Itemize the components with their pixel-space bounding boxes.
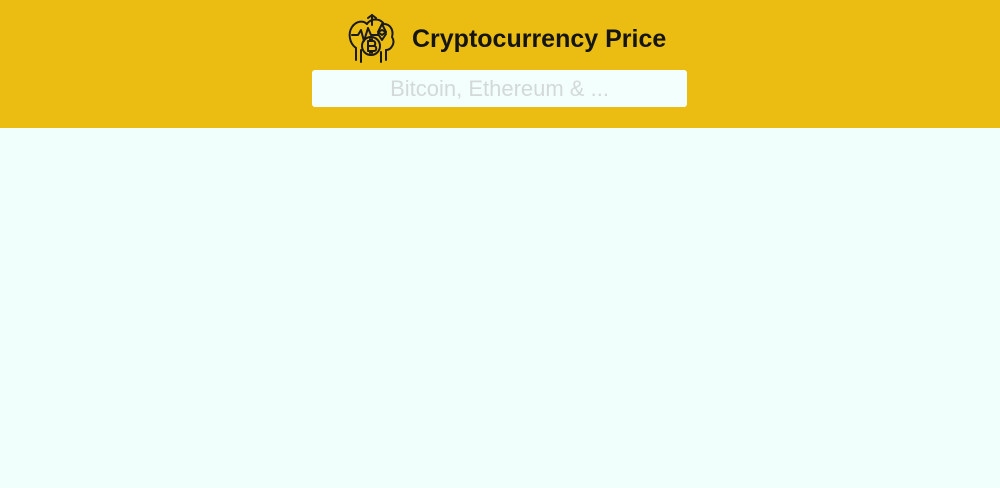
brand: Cryptocurrency Price	[344, 12, 666, 66]
results-area	[0, 128, 1000, 488]
crypto-search-input[interactable]	[312, 70, 687, 107]
app-title: Cryptocurrency Price	[412, 24, 667, 53]
bitcoin-ethereum-brain-icon	[348, 14, 395, 63]
app-header: Cryptocurrency Price	[0, 0, 1000, 128]
app-page: Cryptocurrency Price	[0, 0, 1000, 488]
